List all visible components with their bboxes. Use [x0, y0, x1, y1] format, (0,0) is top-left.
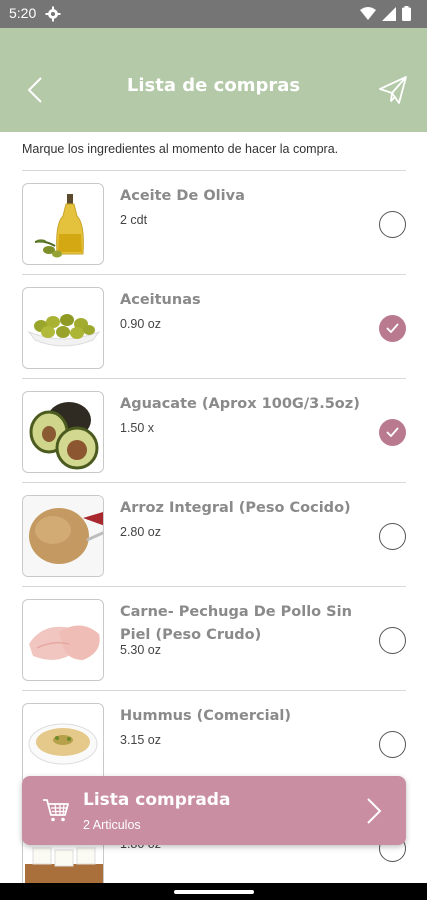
product-image [22, 703, 104, 785]
send-icon[interactable] [377, 74, 409, 106]
battery-icon [402, 6, 411, 21]
item-name: Aguacate (Aprox 100G/3.5oz) [120, 396, 360, 412]
purchased-list-button[interactable]: Lista comprada 2 Articulos [22, 776, 406, 845]
avocado-image [29, 402, 99, 470]
list-item[interactable]: Arroz Integral (Peso Cocido) 2.80 oz [22, 483, 406, 587]
item-quantity: 0.90 oz [120, 317, 162, 331]
chicken-breast-image [29, 625, 100, 660]
olives-image [27, 314, 101, 347]
product-image [22, 183, 104, 265]
check-circle[interactable] [379, 627, 406, 654]
settings-gear-icon [45, 6, 61, 22]
list-item[interactable]: Aceitunas 0.90 oz [22, 275, 406, 379]
brown-rice-image [23, 496, 103, 576]
status-indicators [360, 6, 411, 21]
instruction-text: Marque los ingredientes al momento de ha… [22, 142, 339, 156]
olive-oil-image [34, 194, 84, 258]
page-title: Lista de compras [126, 75, 301, 96]
chevron-right-icon [367, 798, 382, 824]
wifi-icon [360, 7, 376, 20]
signal-icon [382, 6, 396, 21]
item-name: Carne- Pechuga De Pollo Sin Piel (Peso C… [120, 604, 352, 643]
item-name: Arroz Integral (Peso Cocido) [120, 500, 351, 516]
item-quantity: 3.15 oz [120, 733, 162, 747]
list-item[interactable]: Aguacate (Aprox 100G/3.5oz) 1.50 x [22, 379, 406, 483]
product-image [22, 599, 104, 681]
checkmark-icon [386, 427, 399, 437]
home-gesture-pill[interactable] [174, 890, 254, 894]
card-title: Lista comprada [83, 790, 231, 810]
product-image [22, 391, 104, 473]
list-item[interactable]: Aceite De Oliva 2 cdt [22, 171, 406, 275]
status-time: 5:20 [9, 5, 37, 21]
app-bar: Lista de compras [0, 28, 427, 132]
check-circle-checked[interactable] [379, 419, 406, 446]
item-name: Aceitunas [120, 292, 201, 308]
item-quantity: 2 cdt [120, 213, 148, 227]
check-circle-checked[interactable] [379, 315, 406, 342]
check-circle[interactable] [379, 211, 406, 238]
check-circle[interactable] [379, 523, 406, 550]
system-nav-bar [0, 883, 427, 900]
item-name: Aceite De Oliva [120, 188, 245, 204]
list-item[interactable]: Carne- Pechuga De Pollo Sin Piel (Peso C… [22, 587, 406, 691]
item-name: Hummus (Comercial) [120, 708, 291, 724]
status-bar: 5:20 [0, 0, 427, 28]
item-quantity: 1.50 x [120, 421, 155, 435]
shopping-cart-icon [43, 799, 69, 822]
card-subtitle: 2 Articulos [83, 818, 141, 832]
product-image [22, 287, 104, 369]
check-circle[interactable] [379, 731, 406, 758]
item-quantity: 5.30 oz [120, 643, 162, 657]
hummus-image [28, 723, 98, 765]
item-quantity: 2.80 oz [120, 525, 162, 539]
checkmark-icon [386, 323, 399, 333]
product-image [22, 495, 104, 577]
